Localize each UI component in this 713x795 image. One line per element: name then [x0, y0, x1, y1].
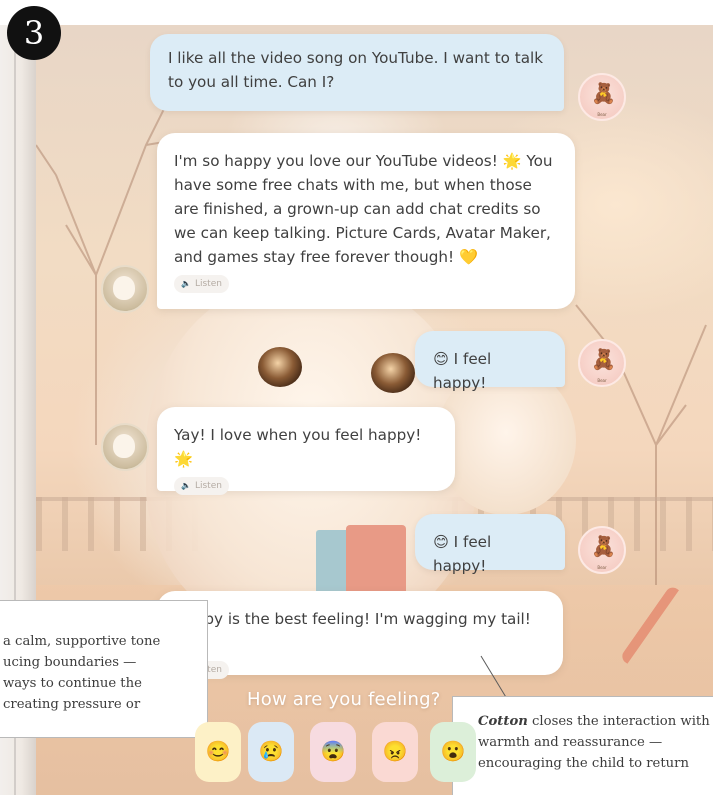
- message-text: 😊 I feel happy!: [433, 350, 492, 392]
- bear-icon: 🧸: [591, 347, 616, 371]
- bear-icon: 🧸: [591, 534, 616, 558]
- callout-line-text: ways to continue the: [3, 676, 142, 691]
- avatar-label: Bear: [597, 378, 607, 383]
- annotation-callout-right: Cotton closes the interaction with warmt…: [452, 696, 713, 795]
- avatar-label: Bear: [597, 565, 607, 570]
- listen-label: Listen: [194, 481, 222, 491]
- puppy-icon: [113, 434, 135, 458]
- mood-option-button[interactable]: 😨: [310, 722, 356, 782]
- user-message: I like all the video song on YouTube. I …: [150, 34, 564, 111]
- user-avatar: 🧸 Bear: [578, 73, 626, 121]
- mood-option-button[interactable]: 😠: [372, 722, 418, 782]
- mood-option-button[interactable]: 😮: [430, 722, 476, 782]
- avatar-label: Bear: [597, 112, 607, 117]
- mood-option-button[interactable]: 😊: [195, 722, 241, 782]
- puppy-eye-right: [371, 353, 415, 393]
- user-message: 😊 I feel happy!: [415, 331, 565, 392]
- character-name: Cotton: [478, 714, 528, 729]
- bot-message: Yay! I love when you feel happy! 🌟 🔈 Lis…: [157, 407, 455, 495]
- annotation-callout-left: a calm, supportive tone ucing boundaries…: [0, 600, 208, 738]
- mood-option-button[interactable]: 😢: [248, 722, 294, 782]
- callout-line-text: ucing boundaries —: [3, 655, 137, 670]
- shopping-bag: [346, 525, 406, 595]
- listen-button[interactable]: 🔈 Listen: [174, 275, 229, 293]
- step-number-badge: 3: [7, 6, 61, 60]
- callout-line-text: a calm, supportive tone: [3, 634, 161, 649]
- puppy-eye-left: [258, 347, 302, 387]
- bot-message: I'm so happy you love our YouTube videos…: [157, 133, 575, 309]
- user-avatar: 🧸 Bear: [578, 339, 626, 387]
- bot-avatar: [101, 423, 149, 471]
- message-text: I'm so happy you love our YouTube videos…: [174, 152, 553, 266]
- mood-prompt: How are you feeling?: [247, 689, 441, 710]
- message-text: Yay! I love when you feel happy! 🌟: [174, 426, 422, 468]
- message-text: I like all the video song on YouTube. I …: [168, 49, 544, 91]
- speaker-icon: 🔈: [181, 279, 191, 288]
- puppy-icon: [113, 276, 135, 300]
- bot-message: Happy is the best feeling! I'm wagging m…: [157, 591, 563, 679]
- bot-avatar: [101, 265, 149, 313]
- user-avatar: 🧸 Bear: [578, 526, 626, 574]
- listen-label: Listen: [194, 279, 222, 289]
- speaker-icon: 🔈: [181, 481, 191, 490]
- callout-line-text: creating pressure or: [3, 697, 141, 712]
- app-screenshot: I like all the video song on YouTube. I …: [0, 0, 713, 795]
- user-message: 😊 I feel happy!: [415, 514, 565, 575]
- listen-button[interactable]: 🔈 Listen: [174, 477, 229, 495]
- bear-icon: 🧸: [591, 81, 616, 105]
- message-text: 😊 I feel happy!: [433, 533, 492, 575]
- message-text: Happy is the best feeling! I'm wagging m…: [174, 610, 531, 652]
